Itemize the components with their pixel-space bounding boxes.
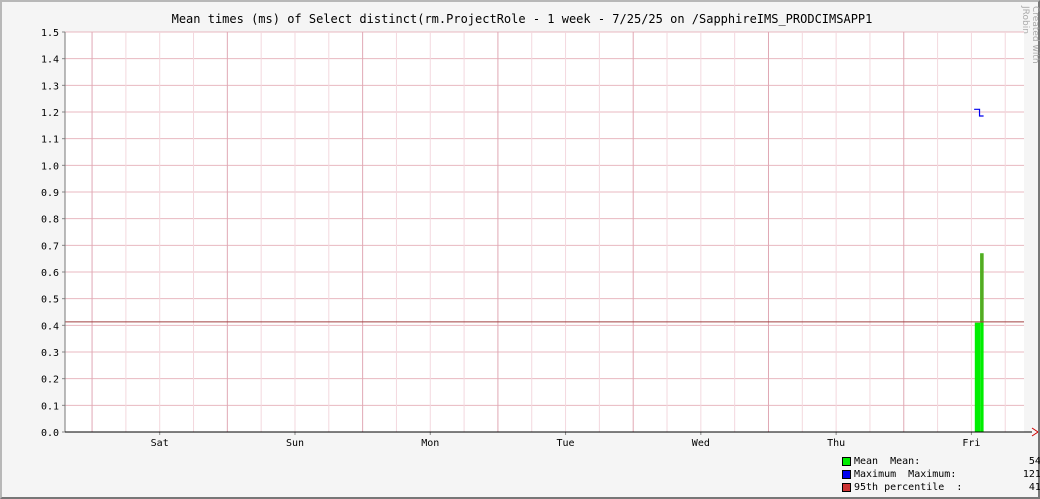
y-tick-label: 0.2: [41, 375, 59, 386]
legend-item-maximum: Maximum Maximum: 1217 m: [842, 468, 1040, 481]
y-tick-label: 1.3: [41, 81, 59, 92]
plot-area: 0.0 0.1 0.2 0.3 0.4 0.5 0.6 0.7 0.8 0.9 1.0 1.1 1.2 1…: [41, 28, 1038, 449]
legend-item-95th-percentile: 95th percentile : 413 m: [842, 481, 1040, 494]
legend-swatch-maximum: [842, 470, 851, 479]
x-tick-label: Sun: [286, 438, 304, 449]
y-tick-label: 1.1: [41, 135, 59, 146]
plot-background: [65, 32, 1024, 432]
x-tick-label: Tue: [557, 438, 575, 449]
y-tick-label: 1.5: [41, 28, 59, 39]
bar-mean: [974, 322, 981, 432]
x-axis-arrow-icon: [1031, 427, 1038, 437]
y-tick-label: 0.3: [41, 348, 59, 359]
legend-value: 413 m: [1028, 482, 1040, 493]
legend-label: Maximum Maximum:: [854, 469, 957, 480]
y-tick-label: 0.0: [41, 428, 59, 439]
chart-frame: Mean times (ms) of Select distinct(rm.Pr…: [0, 0, 1040, 499]
x-tick-label: Sat: [151, 438, 169, 449]
y-tick-label: 0.4: [41, 321, 59, 332]
legend-swatch-mean: [842, 457, 851, 466]
y-tick-label: 1.2: [41, 108, 59, 119]
x-tick-label: Fri: [962, 438, 980, 449]
y-tick-label: 0.6: [41, 268, 59, 279]
y-tick-label: 0.1: [41, 401, 59, 412]
legend-value: 1217 m: [1022, 469, 1040, 480]
y-tick-label: 0.7: [41, 241, 59, 252]
y-tick-label: 1.4: [41, 55, 59, 66]
x-tick-label: Mon: [421, 438, 439, 449]
y-tick-label: 1.0: [41, 161, 59, 172]
legend-item-mean: Mean Mean: 542 m: [842, 455, 1040, 468]
legend-swatch-95th: [842, 483, 851, 492]
y-tick-label: 0.9: [41, 188, 59, 199]
x-tick-label: Thu: [827, 438, 845, 449]
legend-label: Mean Mean:: [854, 456, 921, 467]
legend: Mean Mean: 542 m Maximum Maximum: 1217 m…: [842, 455, 1040, 494]
y-tick-label: 0.5: [41, 295, 59, 306]
legend-value: 542 m: [1028, 456, 1040, 467]
bar-mean-upper: [980, 253, 984, 323]
x-tick-label: Wed: [692, 438, 710, 449]
legend-label: 95th percentile :: [854, 482, 963, 493]
y-tick-label: 0.8: [41, 215, 59, 226]
